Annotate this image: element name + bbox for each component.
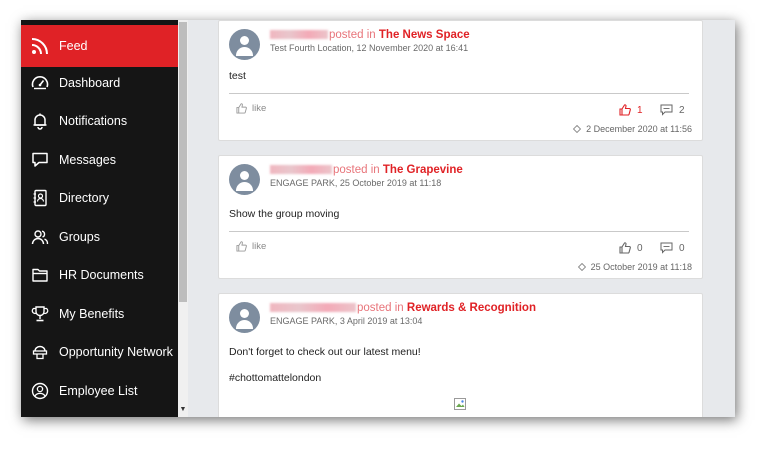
comment-icon: [660, 242, 673, 254]
post-meta: ENGAGE PARK, 3 April 2019 at 13:04: [270, 316, 423, 326]
post-body: Show the group moving: [229, 208, 340, 220]
sidebar-item-employee-list[interactable]: Employee List: [21, 372, 178, 410]
avatar[interactable]: [229, 164, 260, 195]
sidebar: Feed Dashboard Notifications Messages Di…: [21, 20, 178, 417]
comment-icon: [660, 104, 673, 116]
sidebar-item-label: Dashboard: [59, 76, 121, 90]
broken-image-icon: [454, 398, 466, 410]
scrollbar-thumb[interactable]: [179, 22, 187, 302]
updated-text: 2 December 2020 at 11:56: [586, 124, 692, 134]
sidebar-item-label: Notifications: [59, 114, 128, 128]
redacted-author-name: [270, 30, 328, 40]
comments-value: 2: [679, 104, 685, 116]
sidebar-item-notifications[interactable]: Notifications: [21, 102, 178, 140]
updated-text: 25 October 2019 at 11:18: [590, 262, 692, 272]
bell-icon: [30, 111, 50, 131]
sidebar-item-label: Opportunity Network: [59, 345, 173, 359]
sidebar-item-my-benefits[interactable]: My Benefits: [21, 295, 178, 333]
post-body: test: [229, 70, 246, 82]
group-link[interactable]: The Grapevine: [383, 164, 463, 176]
post-body: Don't forget to check out our latest men…: [229, 346, 421, 358]
post-header: posted in The Grapevine: [270, 164, 463, 176]
speedometer-icon: [30, 73, 50, 93]
divider: [229, 231, 689, 232]
sidebar-item-groups[interactable]: Groups: [21, 218, 178, 256]
feed-post: posted in The Grapevine ENGAGE PARK, 25 …: [218, 155, 703, 279]
comments-value: 0: [679, 242, 685, 254]
posted-in-text: posted in: [333, 164, 380, 176]
divider: [229, 93, 689, 94]
post-meta: ENGAGE PARK, 25 October 2019 at 11:18: [270, 178, 442, 188]
updated-timestamp: 2 December 2020 at 11:56: [573, 124, 692, 134]
sidebar-item-hr-documents[interactable]: HR Documents: [21, 256, 178, 294]
sidebar-item-label: Directory: [59, 191, 110, 205]
like-button[interactable]: like: [236, 103, 266, 114]
avatar[interactable]: [229, 29, 260, 60]
thumbs-up-icon: [619, 104, 631, 116]
sidebar-item-messages[interactable]: Messages: [21, 141, 178, 179]
thumbs-up-icon: [236, 103, 247, 114]
likes-value: 0: [637, 242, 643, 254]
edit-diamond-icon: [577, 263, 586, 271]
group-link[interactable]: The News Space: [379, 29, 470, 41]
app-window: Feed Dashboard Notifications Messages Di…: [21, 20, 735, 417]
likes-count[interactable]: 1: [619, 104, 643, 116]
sidebar-item-label: Employee List: [59, 384, 138, 398]
chat-icon: [30, 150, 50, 170]
likes-count[interactable]: 0: [619, 242, 643, 254]
thumbs-up-icon: [619, 242, 631, 254]
sidebar-item-label: Feed: [59, 39, 88, 53]
user-circle-icon: [30, 381, 50, 401]
posted-in-text: posted in: [329, 29, 376, 41]
like-label: like: [252, 241, 267, 252]
edit-diamond-icon: [573, 125, 582, 133]
feed-post: posted in Rewards & Recognition ENGAGE P…: [218, 293, 703, 417]
trophy-icon: [30, 304, 50, 324]
updated-timestamp: 25 October 2019 at 11:18: [577, 262, 692, 272]
network-icon: [30, 342, 50, 362]
contact-book-icon: [30, 188, 50, 208]
sidebar-item-directory[interactable]: Directory: [21, 179, 178, 217]
post-header: posted in Rewards & Recognition: [270, 302, 536, 314]
likes-value: 1: [637, 104, 643, 116]
sidebar-item-opportunity-network[interactable]: Opportunity Network: [21, 333, 178, 371]
rss-icon: [30, 36, 50, 56]
sidebar-scrollbar[interactable]: ▼: [178, 20, 188, 417]
thumbs-up-icon: [236, 241, 247, 252]
group-link[interactable]: Rewards & Recognition: [407, 302, 536, 314]
comments-count[interactable]: 2: [660, 104, 685, 116]
redacted-author-name: [270, 303, 356, 313]
like-button[interactable]: like: [236, 241, 266, 252]
avatar[interactable]: [229, 302, 260, 333]
sidebar-item-dashboard[interactable]: Dashboard: [21, 64, 178, 102]
sidebar-item-label: Messages: [59, 153, 116, 167]
sidebar-item-label: My Benefits: [59, 307, 125, 321]
post-meta: Test Fourth Location, 12 November 2020 a…: [270, 43, 469, 53]
comments-count[interactable]: 0: [660, 242, 685, 254]
feed-post: posted in The News Space Test Fourth Loc…: [218, 20, 703, 141]
folder-icon: [30, 265, 50, 285]
feed: posted in The News Space Test Fourth Loc…: [188, 20, 735, 417]
redacted-author-name: [270, 165, 332, 175]
posted-in-text: posted in: [357, 302, 404, 314]
post-hashtag: #chottomattelondon: [229, 372, 322, 384]
users-icon: [30, 227, 50, 247]
sidebar-item-feed[interactable]: Feed: [21, 25, 178, 67]
post-header: posted in The News Space: [270, 29, 470, 41]
like-label: like: [252, 103, 267, 114]
sidebar-item-label: Groups: [59, 230, 100, 244]
sidebar-item-label: HR Documents: [59, 268, 144, 282]
scroll-down-arrow-icon[interactable]: ▼: [179, 406, 187, 414]
